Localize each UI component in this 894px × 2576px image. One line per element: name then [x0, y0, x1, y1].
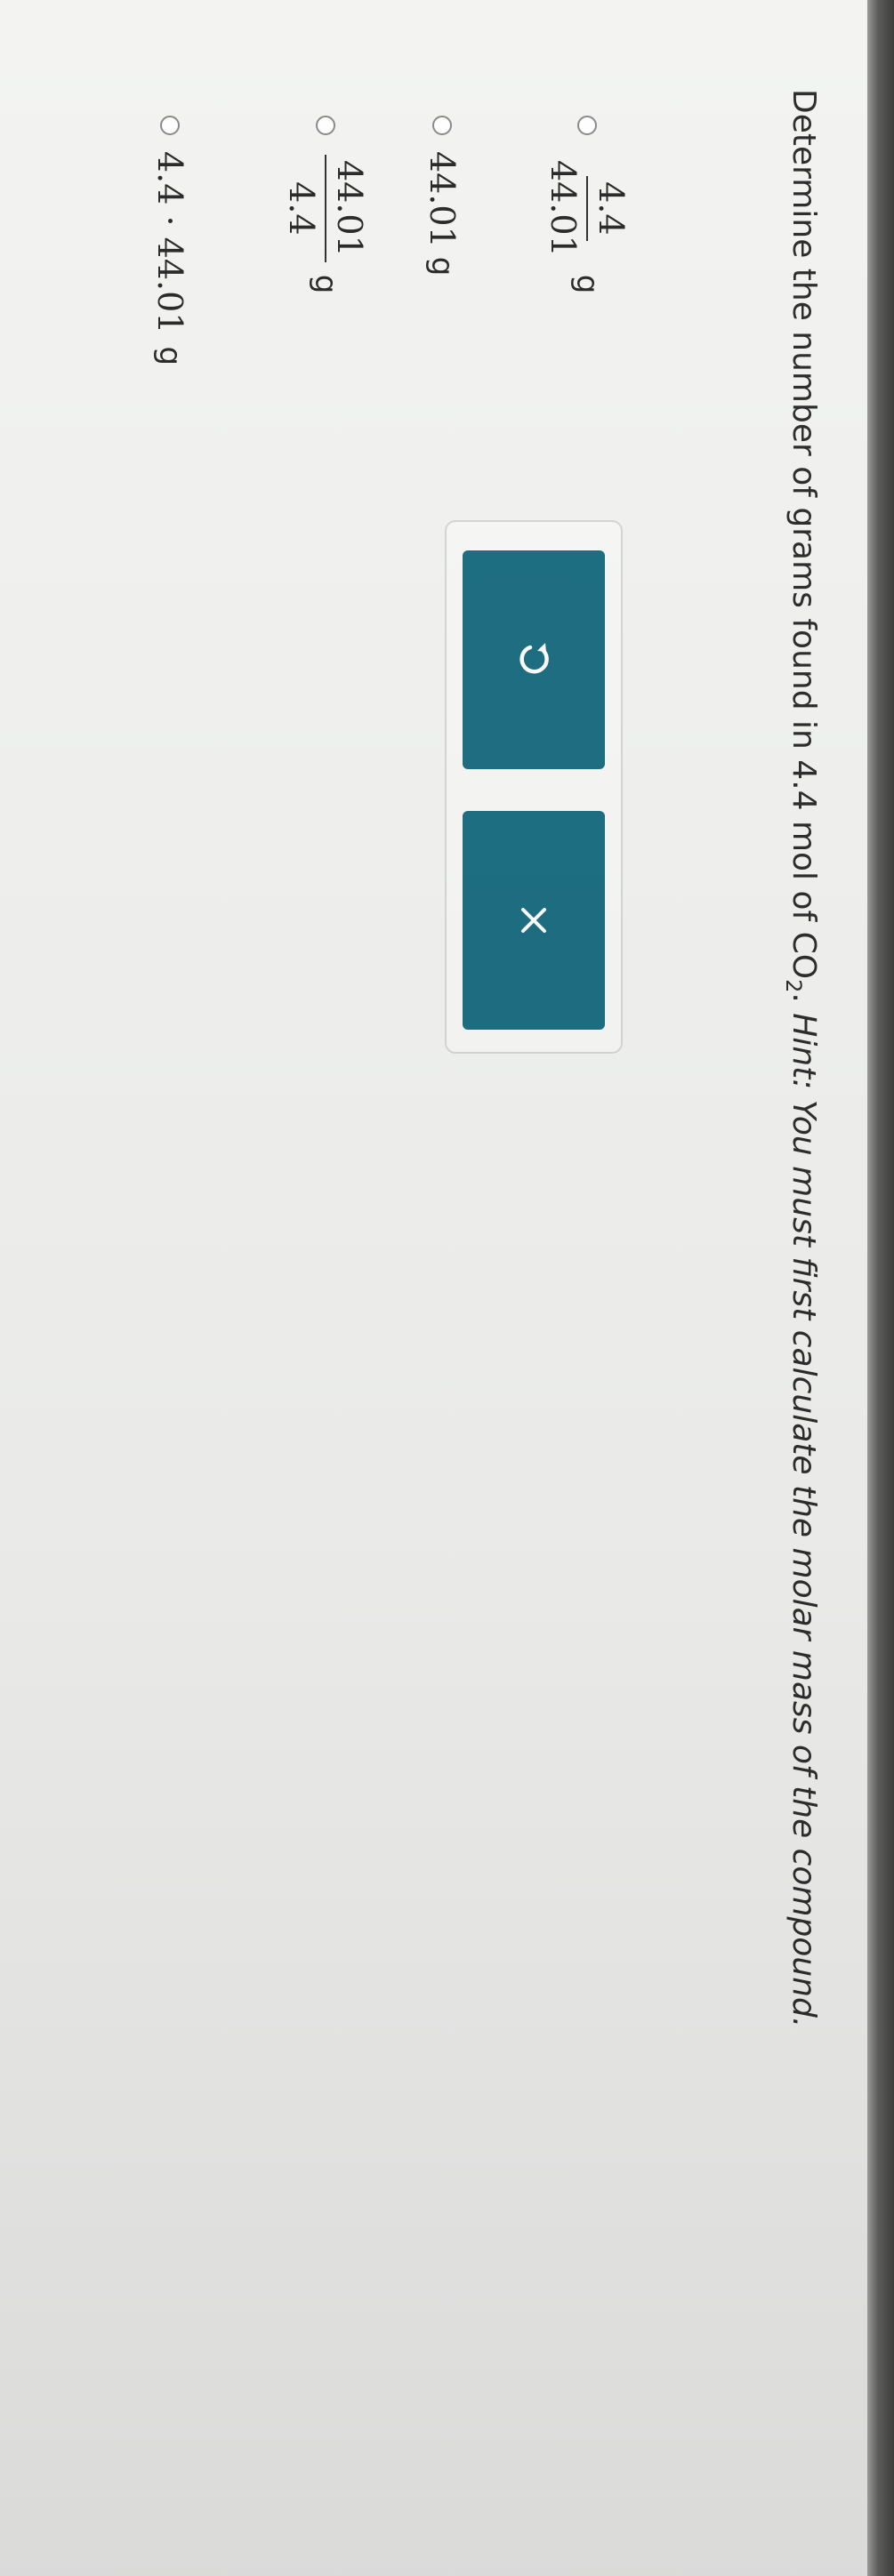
option-value: 44.01 — [423, 151, 462, 248]
unit-label: g — [424, 256, 460, 277]
radio-button[interactable] — [577, 116, 597, 135]
unit-label: g — [308, 274, 343, 294]
answer-option-2[interactable]: 44.01 g — [423, 116, 462, 276]
question-hint: Hint: You must first calculate the molar… — [785, 1013, 822, 2028]
radio-button[interactable] — [160, 116, 180, 135]
answer-option-4[interactable]: 4.4 · 44.01 g — [150, 116, 189, 365]
fraction-numerator: 44.01 — [325, 155, 369, 262]
radio-button[interactable] — [432, 116, 452, 135]
close-icon — [521, 908, 546, 933]
fraction: 44.01 4.4 — [282, 155, 369, 262]
answer-option-1[interactable]: 4.4 44.01 g — [544, 116, 631, 293]
unit-label: g — [569, 274, 605, 294]
fraction-denominator: 4.4 — [282, 181, 321, 236]
answer-option-3[interactable]: 44.01 4.4 g — [282, 116, 369, 293]
answer-tools-panel — [445, 520, 623, 1054]
question-card: Determine the number of grams found in 4… — [0, 0, 894, 2576]
question-prefix: Determine the number of grams found in 4… — [785, 89, 822, 980]
radio-button[interactable] — [316, 116, 335, 135]
fraction-denominator: 44.01 — [544, 160, 583, 257]
question-text: Determine the number of grams found in 4… — [774, 89, 823, 2401]
unit-label: g — [152, 346, 188, 366]
fraction-numerator: 4.4 — [586, 176, 631, 241]
question-period: . — [785, 992, 822, 1014]
option-value: 4.4 · 44.01 — [150, 151, 189, 334]
question-subscript: 2 — [780, 979, 806, 993]
undo-button[interactable] — [463, 550, 605, 769]
fraction: 4.4 44.01 — [544, 155, 631, 262]
undo-icon — [519, 643, 549, 674]
clear-button[interactable] — [463, 811, 605, 1030]
